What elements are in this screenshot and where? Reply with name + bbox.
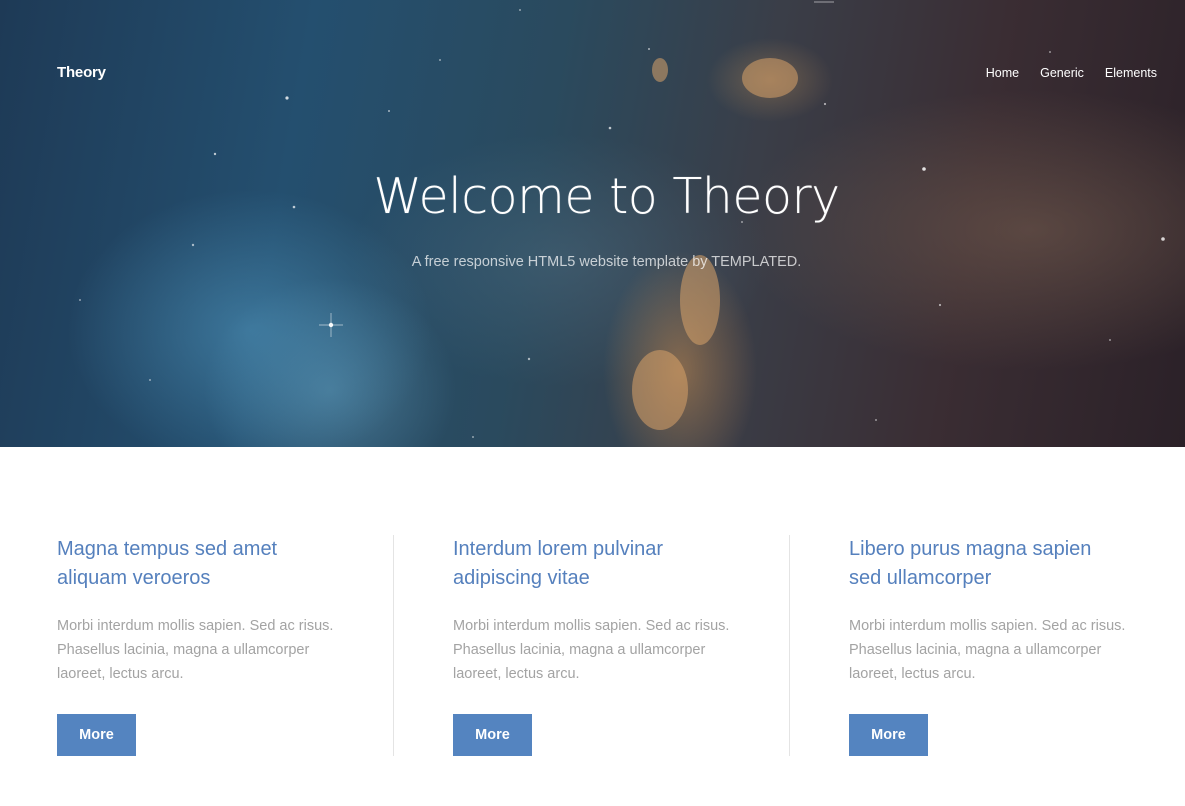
more-button-2[interactable]: More <box>453 714 532 756</box>
feature-title: Interdum lorem pulvinar adipiscing vitae <box>453 538 664 589</box>
more-button-1[interactable]: More <box>57 714 136 756</box>
feature-column-3: Libero purus magna sapien sed ullamcorpe… <box>849 535 1139 686</box>
feature-text: Morbi interdum mollis sapien. Sed ac ris… <box>57 618 334 682</box>
hero-subtitle: A free responsive HTML5 website template… <box>411 254 802 270</box>
nav-link-generic[interactable]: Generic <box>1040 66 1084 80</box>
feature-column-1: Magna tempus sed amet aliquam veroeros M… <box>57 535 347 686</box>
site-logo[interactable]: Theory <box>57 64 106 81</box>
page: Theory Home Generic Elements Welcome to … <box>0 0 1185 806</box>
nav-link-home[interactable]: Home <box>986 66 1019 80</box>
more-button-3[interactable]: More <box>849 714 928 756</box>
feature-text: Morbi interdum mollis sapien. Sed ac ris… <box>849 618 1126 682</box>
nav-link-elements[interactable]: Elements <box>1105 66 1157 80</box>
features-section: Magna tempus sed amet aliquam veroeros M… <box>0 447 1185 806</box>
main-nav: Home Generic Elements <box>986 66 1157 80</box>
hero-title: Welcome to Theory <box>373 168 840 225</box>
column-divider <box>393 535 394 756</box>
feature-column-2: Interdum lorem pulvinar adipiscing vitae… <box>453 535 743 686</box>
hero-banner: Theory Home Generic Elements Welcome to … <box>0 0 1185 447</box>
feature-title: Libero purus magna sapien sed ullamcorpe… <box>849 538 1092 589</box>
column-divider <box>789 535 790 756</box>
feature-text: Morbi interdum mollis sapien. Sed ac ris… <box>453 618 730 682</box>
feature-title: Magna tempus sed amet aliquam veroeros <box>57 538 278 589</box>
